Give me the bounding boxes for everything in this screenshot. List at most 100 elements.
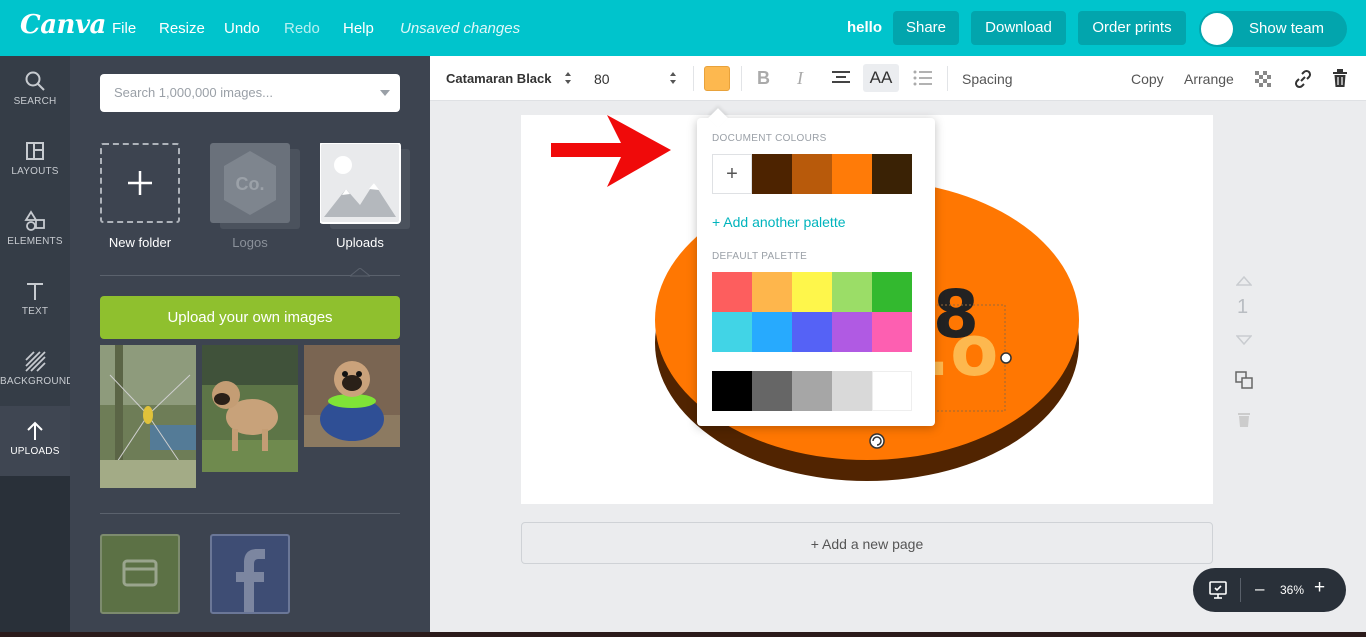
pug-standing-photo — [202, 345, 298, 472]
zoom-out-button[interactable]: – — [1255, 579, 1264, 599]
colour-swatch[interactable] — [872, 371, 912, 411]
page-up-icon[interactable] — [1236, 276, 1252, 286]
rail-label: BACKGROUND — [0, 376, 74, 387]
top-bar: Canva File Resize Undo Redo Help Unsaved… — [0, 0, 1366, 56]
search-icon — [25, 71, 45, 91]
spacing-button[interactable]: Spacing — [962, 71, 1013, 87]
toolbar-separator — [741, 66, 742, 91]
colour-swatch[interactable] — [752, 371, 792, 411]
colour-swatch[interactable] — [832, 154, 872, 194]
menu-undo[interactable]: Undo — [224, 20, 260, 37]
menu-help[interactable]: Help — [343, 20, 374, 37]
copy-button[interactable]: Copy — [1131, 71, 1164, 87]
order-prints-button[interactable]: Order prints — [1078, 11, 1186, 45]
colour-swatch[interactable] — [712, 371, 752, 411]
zoom-in-button[interactable]: + — [1314, 577, 1325, 599]
colour-swatch[interactable] — [792, 312, 832, 352]
image-search-input[interactable]: Search 1,000,000 images... — [100, 74, 400, 112]
download-button[interactable]: Download — [971, 11, 1066, 45]
uppercase-toggle[interactable]: AA — [863, 64, 899, 92]
uploaded-image-pug-standing[interactable] — [202, 345, 298, 472]
team-name[interactable]: hello — [847, 19, 882, 36]
font-family-select[interactable]: Catamaran Black — [446, 71, 552, 86]
rail-label: ELEMENTS — [7, 236, 63, 247]
uploaded-image-pug-sweater[interactable] — [304, 345, 400, 447]
rail-layouts[interactable]: LAYOUTS — [0, 126, 70, 196]
layouts-icon — [26, 142, 44, 160]
rotate-handle[interactable] — [869, 433, 885, 449]
show-team-toggle[interactable]: Show team — [1199, 11, 1347, 47]
uploads-folder-tile[interactable] — [320, 143, 410, 229]
font-updown-icon[interactable] — [564, 71, 572, 85]
rail-text[interactable]: TEXT — [0, 266, 70, 336]
rail-background[interactable]: BACKGROUND — [0, 336, 74, 406]
grayscale-row — [712, 371, 912, 411]
left-rail: SEARCH LAYOUTS ELEMENTS TEXT BACKGROUND … — [0, 56, 74, 637]
show-team-label: Show team — [1249, 20, 1325, 37]
italic-icon[interactable]: I — [795, 69, 809, 87]
svg-text:I: I — [796, 69, 804, 87]
new-folder-label: New folder — [108, 235, 172, 250]
logos-folder-label: Logos — [232, 235, 268, 250]
dropdown-caret-icon[interactable] — [380, 90, 390, 96]
image-placeholder-icon — [320, 143, 410, 229]
colour-swatch[interactable] — [872, 312, 912, 352]
canva-logo[interactable]: Canva — [20, 10, 106, 40]
add-colour-plus-icon[interactable]: + — [712, 154, 752, 194]
colour-swatch[interactable] — [872, 154, 912, 194]
spider-photo — [100, 345, 196, 488]
colour-swatch[interactable] — [832, 272, 872, 312]
logos-folder-tile[interactable]: Co. — [210, 143, 300, 229]
facebook-tile[interactable] — [210, 534, 290, 614]
add-palette-link[interactable]: + Add another palette — [712, 214, 846, 230]
colour-swatch[interactable] — [712, 272, 752, 312]
list-icon[interactable] — [913, 70, 933, 86]
menu-redo[interactable]: Redo — [284, 20, 320, 37]
bold-icon[interactable]: B — [757, 69, 771, 87]
rail-elements[interactable]: ELEMENTS — [0, 196, 70, 266]
resize-handle[interactable] — [1000, 352, 1012, 364]
background-icon — [25, 351, 46, 372]
upload-images-button[interactable]: Upload your own images — [100, 296, 400, 339]
colour-swatch[interactable] — [792, 371, 832, 411]
elements-icon — [24, 210, 45, 231]
colour-swatch[interactable] — [832, 371, 872, 411]
menu-file[interactable]: File — [112, 20, 136, 37]
rail-label: LAYOUTS — [11, 166, 59, 177]
present-icon[interactable] — [1208, 580, 1228, 600]
colour-swatch[interactable] — [872, 272, 912, 312]
card-icon — [122, 559, 158, 587]
share-button[interactable]: Share — [893, 11, 959, 45]
align-center-icon[interactable] — [831, 70, 851, 86]
integration-tile-1[interactable] — [100, 534, 180, 614]
colour-swatch[interactable] — [792, 272, 832, 312]
colour-swatch[interactable] — [752, 312, 792, 352]
page-down-icon[interactable] — [1236, 335, 1252, 345]
rail-uploads[interactable]: UPLOADS — [0, 406, 70, 476]
red-arrow[interactable] — [551, 115, 671, 187]
rail-search[interactable]: SEARCH — [0, 56, 70, 126]
transparency-icon[interactable] — [1255, 71, 1271, 87]
duplicate-page-icon[interactable] — [1235, 371, 1253, 389]
trash-icon[interactable] — [1332, 69, 1348, 88]
active-folder-notch — [350, 268, 370, 277]
default-palette-heading: DEFAULT PALETTE — [712, 251, 808, 262]
colour-swatch[interactable] — [832, 312, 872, 352]
colour-swatch[interactable] — [752, 154, 792, 194]
arrange-button[interactable]: Arrange — [1184, 71, 1234, 87]
size-updown-icon[interactable] — [669, 71, 677, 85]
delete-page-icon[interactable] — [1237, 411, 1251, 428]
colour-swatch[interactable] — [752, 272, 792, 312]
font-size-select[interactable]: 80 — [594, 71, 610, 87]
colour-swatch[interactable] — [712, 312, 752, 352]
colour-swatch[interactable] — [792, 154, 832, 194]
uploaded-image-spider[interactable] — [100, 345, 196, 488]
add-page-button[interactable]: + Add a new page — [521, 522, 1213, 564]
menu-resize[interactable]: Resize — [159, 20, 205, 37]
default-palette-row-1 — [712, 272, 912, 312]
link-icon[interactable] — [1293, 69, 1313, 89]
zoom-level[interactable]: 36% — [1280, 583, 1304, 597]
svg-text:B: B — [757, 69, 770, 87]
new-folder-tile[interactable] — [100, 143, 180, 223]
text-color-swatch[interactable] — [704, 66, 730, 91]
